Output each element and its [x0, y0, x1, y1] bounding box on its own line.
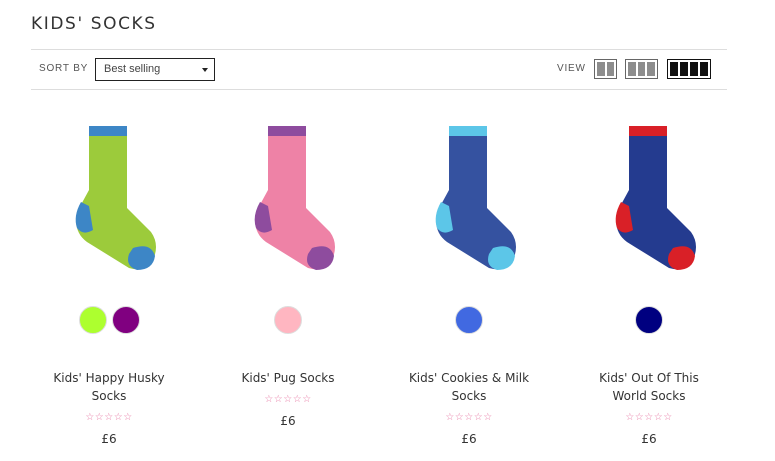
page-title: KIDS' SOCKS	[31, 14, 157, 34]
product-name-link[interactable]: Kids' Out Of This World Socks	[574, 369, 724, 405]
product-card: Kids' Cookies & Milk Socks ☆☆☆☆☆ £6	[394, 120, 544, 446]
product-name-link[interactable]: Kids' Happy Husky Socks	[34, 369, 184, 405]
sort-by-label: SORT BY	[39, 63, 89, 74]
sock-image	[435, 126, 516, 270]
grid-column-icon	[690, 62, 698, 76]
product-price: £6	[280, 414, 296, 428]
product-image[interactable]	[574, 120, 724, 280]
sock-image	[75, 126, 156, 270]
grid-column-icon	[637, 62, 646, 76]
product-card: Kids' Pug Socks ☆☆☆☆☆ £6	[213, 120, 363, 428]
view-label: VIEW	[557, 63, 586, 74]
grid-column-icon	[606, 62, 614, 76]
sock-image	[615, 126, 696, 270]
sort-by-select[interactable]: Best selling	[95, 58, 215, 81]
color-swatch[interactable]	[274, 306, 302, 334]
product-price: £6	[641, 432, 657, 446]
divider	[31, 49, 727, 50]
product-price: £6	[461, 432, 477, 446]
color-swatch[interactable]	[455, 306, 483, 334]
color-swatch[interactable]	[78, 306, 107, 334]
grid-column-icon	[597, 62, 605, 76]
product-image[interactable]	[34, 120, 184, 280]
rating-stars: ☆☆☆☆☆	[445, 412, 493, 423]
grid-column-icon	[647, 62, 656, 76]
product-image[interactable]	[213, 120, 363, 280]
view-2-columns-button[interactable]	[594, 59, 617, 79]
color-swatches	[394, 306, 544, 334]
sock-image	[254, 126, 335, 270]
grid-column-icon	[670, 62, 678, 76]
color-swatches	[574, 306, 724, 334]
rating-stars: ☆☆☆☆☆	[85, 412, 133, 423]
product-name-link[interactable]: Kids' Cookies & Milk Socks	[394, 369, 544, 405]
rating-stars: ☆☆☆☆☆	[625, 412, 673, 423]
product-price: £6	[101, 432, 117, 446]
view-4-columns-button[interactable]	[667, 59, 711, 79]
view-3-columns-button[interactable]	[625, 59, 658, 79]
product-card: Kids' Happy Husky Socks ☆☆☆☆☆ £6	[34, 120, 184, 446]
color-swatches	[213, 306, 363, 334]
chevron-down-icon	[202, 68, 208, 72]
rating-stars: ☆☆☆☆☆	[264, 394, 312, 405]
sort-by-value: Best selling	[104, 63, 161, 75]
product-image[interactable]	[394, 120, 544, 280]
grid-column-icon	[680, 62, 688, 76]
grid-column-icon	[700, 62, 708, 76]
color-swatch[interactable]	[635, 306, 663, 334]
product-name-link[interactable]: Kids' Pug Socks	[213, 369, 363, 387]
product-card: Kids' Out Of This World Socks ☆☆☆☆☆ £6	[574, 120, 724, 446]
grid-column-icon	[628, 62, 636, 76]
color-swatch[interactable]	[111, 306, 140, 334]
divider	[31, 89, 727, 90]
color-swatches	[34, 306, 184, 334]
